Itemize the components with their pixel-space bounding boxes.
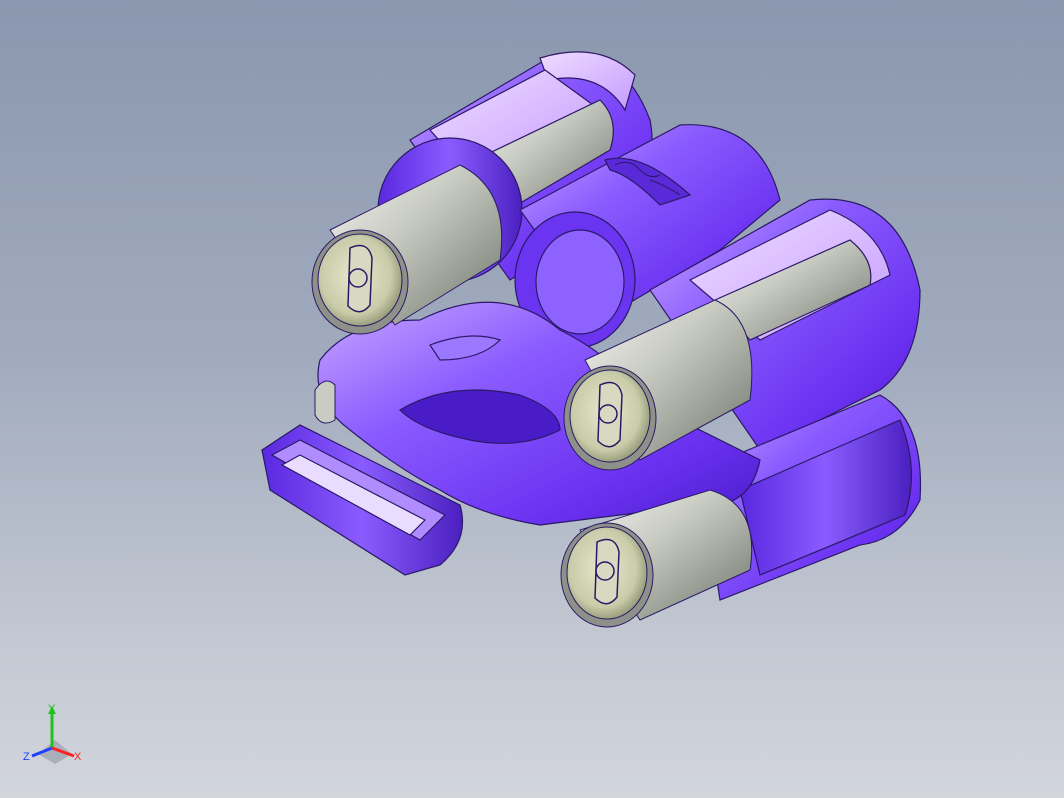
y-axis-label: Y xyxy=(48,703,56,715)
model-view[interactable] xyxy=(0,0,1064,798)
cad-viewport[interactable]: Y X Z xyxy=(0,0,1064,798)
x-axis-label: X xyxy=(74,751,82,763)
z-axis-label: Z xyxy=(23,751,30,763)
can-left-partial xyxy=(314,380,336,424)
orientation-triad[interactable]: Y X Z xyxy=(20,702,90,772)
